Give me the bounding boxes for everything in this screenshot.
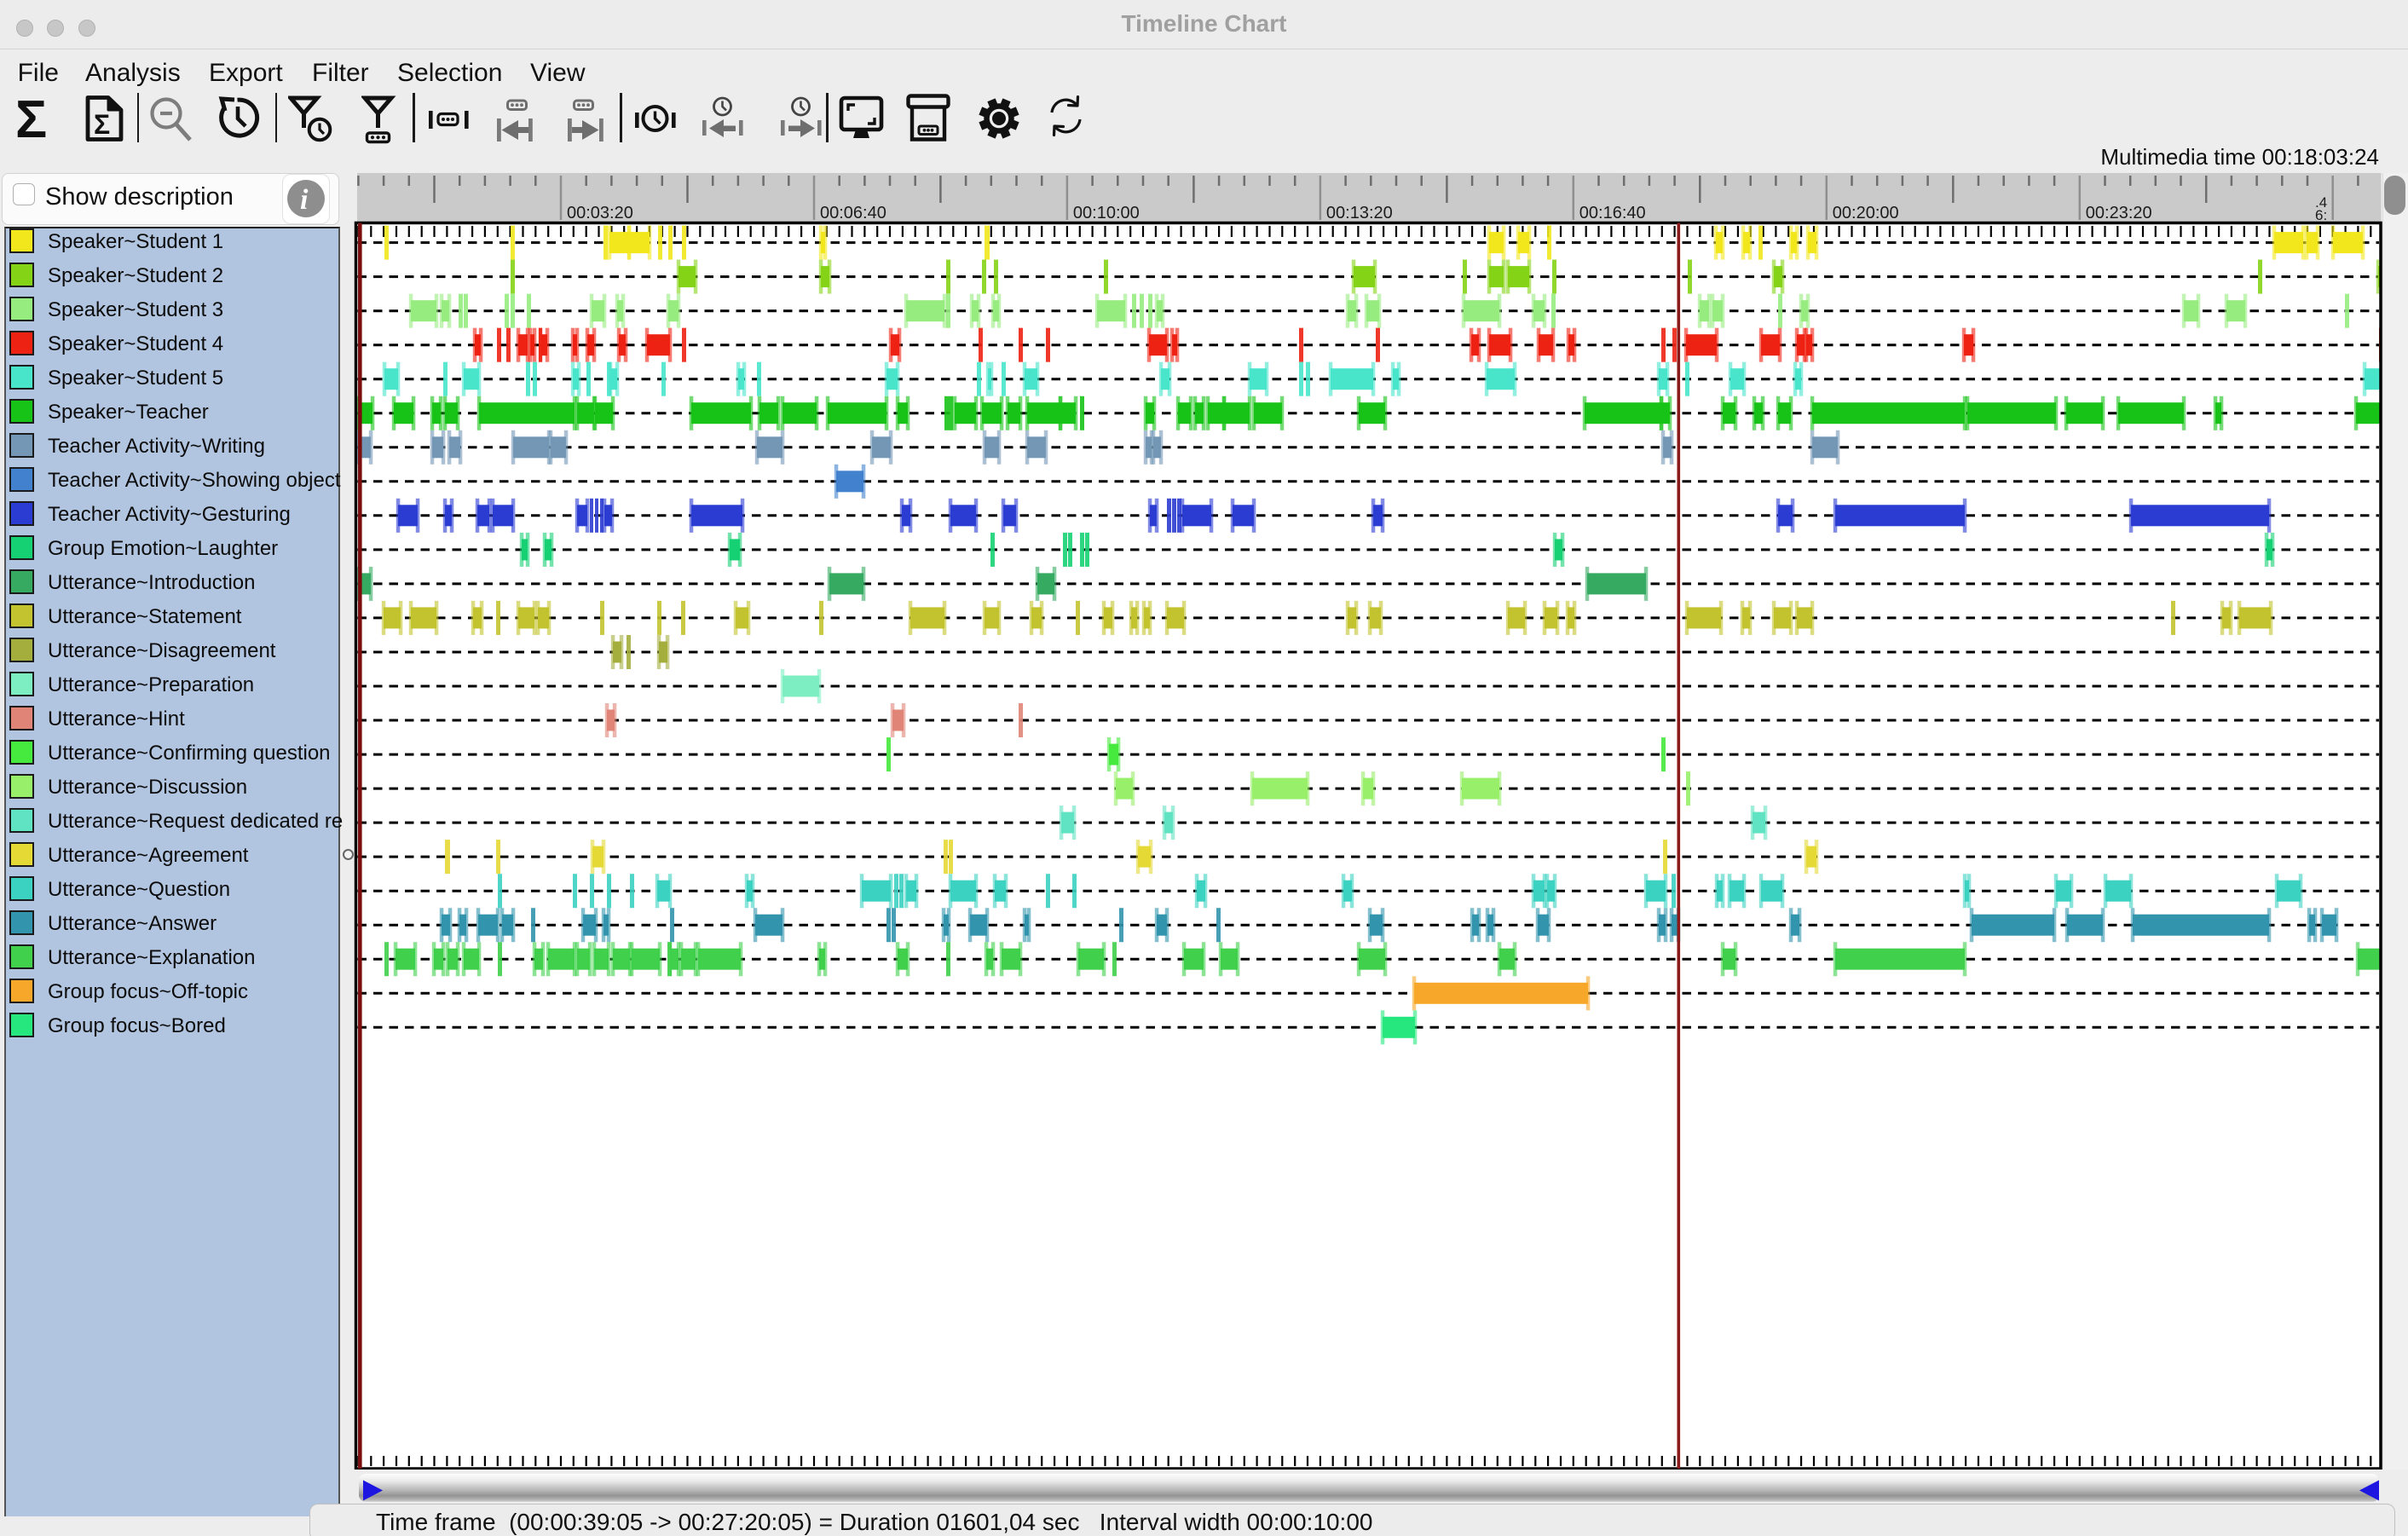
svg-text:00:16:40: 00:16:40 (1579, 204, 1646, 222)
svg-text:Σ: Σ (94, 109, 110, 140)
svg-text:6:: 6: (2315, 207, 2327, 223)
svg-text:00:06:40: 00:06:40 (820, 204, 886, 222)
svg-text:00:13:20: 00:13:20 (1326, 204, 1393, 222)
svg-text:00:23:20: 00:23:20 (2086, 204, 2152, 222)
svg-text:00:03:20: 00:03:20 (567, 204, 633, 222)
svg-text:00:20:00: 00:20:00 (1833, 204, 1899, 222)
svg-text:Σ: Σ (15, 91, 47, 142)
svg-text:00:10:00: 00:10:00 (1073, 204, 1140, 222)
